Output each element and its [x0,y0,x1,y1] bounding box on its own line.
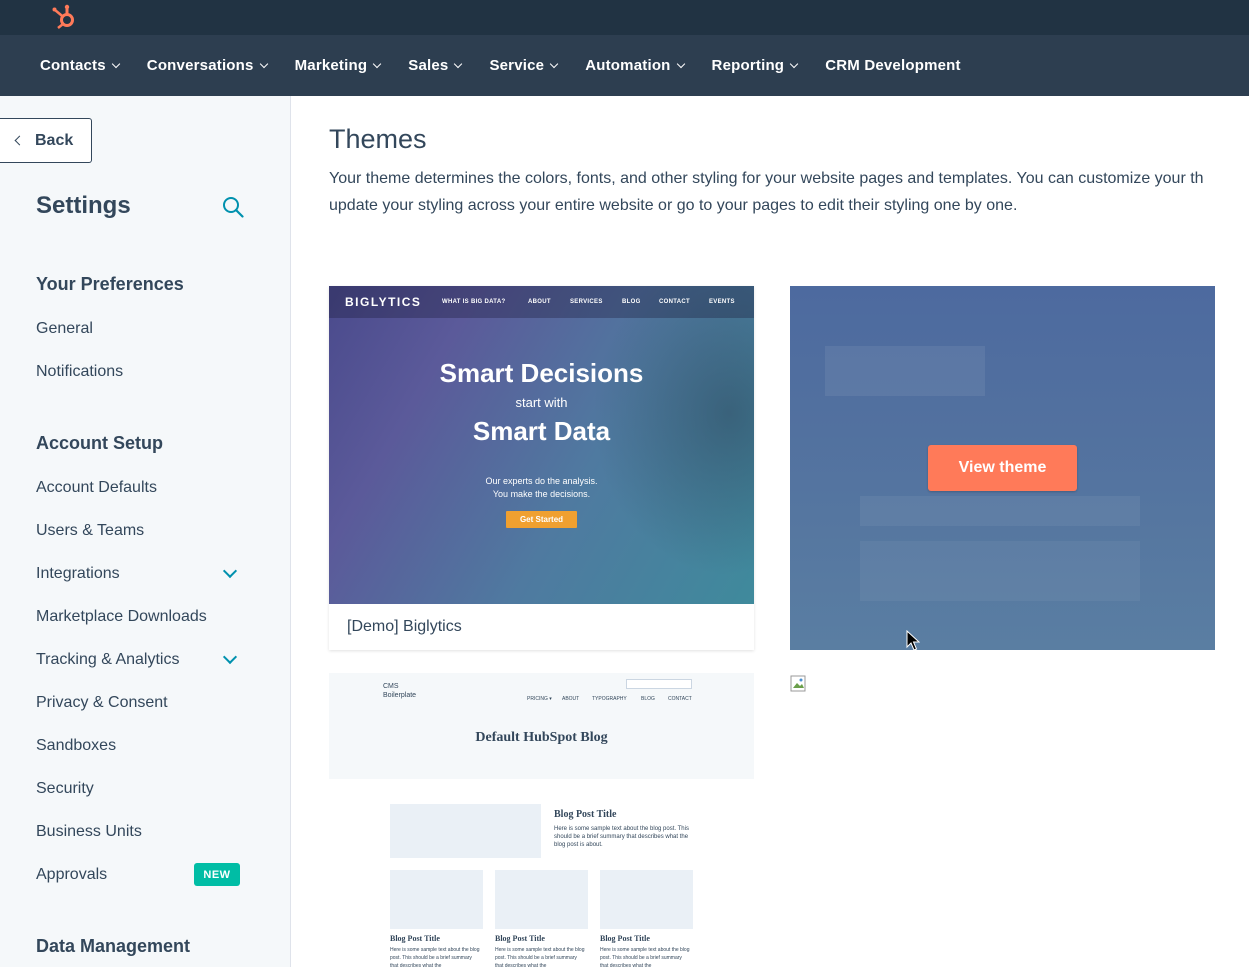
preview-nav-item: PRICING ▾ [527,696,552,702]
nav-marketing[interactable]: Marketing [295,57,382,74]
preview-logo-line: CMS [383,683,399,690]
nav-crm-development[interactable]: CRM Development [825,57,961,74]
preview-nav-item: BLOG [641,696,655,702]
preview-logo: CMS Boilerplate [383,682,416,700]
preview-nav-item: CONTACT [668,696,692,702]
preview-post-title: Blog Post Title [600,934,650,943]
preview-nav-item: EVENTS [709,299,735,305]
preview-image-placeholder [495,870,588,929]
preview-search-box [626,679,692,689]
preview-nav-item: SERVICES [570,299,603,305]
chevron-down-icon [372,59,382,68]
nav-service[interactable]: Service [489,57,559,74]
back-button-label: Back [35,131,74,149]
chevron-down-icon[interactable] [222,649,238,665]
sidebar-item-privacy-consent[interactable]: Privacy & Consent [36,694,168,712]
nav-automation[interactable]: Automation [585,57,685,74]
theme-preview-image: BIGLYTICS WHAT IS BIG DATA? ABOUT SERVIC… [329,286,754,604]
preview-nav-item: ABOUT [562,696,580,702]
sidebar-item-account-defaults[interactable]: Account Defaults [36,479,157,497]
preview-nav-item: CONTACT [659,299,690,305]
preview-headline: Smart Decisions [439,358,644,388]
preview-cta-button: Get Started [506,511,577,528]
page-description: Your theme determines the colors, fonts,… [329,165,1249,219]
preview-image-placeholder [600,870,693,929]
sidebar-item-security[interactable]: Security [36,780,94,798]
sidebar-item-notifications[interactable]: Notifications [36,363,123,381]
page-title: Themes [329,124,427,154]
theme-name: [Demo] Biglytics [347,618,462,635]
chevron-down-icon [676,59,685,68]
chevron-down-icon [789,59,799,68]
preview-nav-item: ABOUT [528,299,551,305]
section-account-setup: Account Setup [36,433,164,453]
nav-sales[interactable]: Sales [408,57,463,74]
chevron-down-icon [549,59,559,68]
settings-sidebar: Back Settings Your Preferences General N… [0,96,291,967]
search-icon[interactable] [222,196,244,218]
sidebar-item-sandboxes[interactable]: Sandboxes [36,737,116,755]
hubspot-sprocket-icon[interactable] [50,3,78,31]
preview-nav-item: WHAT IS BIG DATA? [442,299,506,305]
section-your-preferences: Your Preferences [36,274,184,294]
theme-card-biglytics[interactable]: BIGLYTICS WHAT IS BIG DATA? ABOUT SERVIC… [329,286,754,650]
sidebar-item-general[interactable]: General [36,320,93,338]
new-badge: NEW [194,863,240,886]
preview-image-placeholder [390,804,541,858]
sidebar-item-integrations[interactable]: Integrations [36,565,120,583]
chevron-down-icon [111,59,121,68]
preview-post-title: Blog Post Title [495,934,545,943]
nav-reporting[interactable]: Reporting [712,57,799,74]
preview-headline: Smart Data [472,416,611,446]
chevron-down-icon[interactable] [222,563,238,579]
top-bar [0,0,1249,35]
chevron-down-icon [259,59,268,68]
preview-post-text: Here is some sample text about the blog … [495,947,585,967]
nav-conversations[interactable]: Conversations [147,57,268,74]
preview-logo: BIGLYTICS [345,295,422,309]
preview-blur-block [860,541,1140,601]
sidebar-item-tracking-analytics[interactable]: Tracking & Analytics [36,651,179,669]
preview-image-placeholder [390,870,483,929]
view-theme-button[interactable]: View theme [928,445,1077,491]
preview-post-text: Here is some sample text about the blog … [390,947,480,967]
preview-blur-block [860,496,1140,526]
preview-post-title: Blog Post Title [554,809,617,820]
description-line: Your theme determines the colors, fonts,… [329,170,1204,187]
broken-image-icon [790,675,806,692]
chevron-down-icon [454,59,463,68]
preview-nav-item: TYPOGRAPHY [592,696,627,702]
sidebar-item-approvals[interactable]: Approvals [36,866,107,884]
section-data-management: Data Management [36,936,191,956]
preview-post-text: Here is some sample text about the blog … [600,947,690,967]
sidebar-item-business-units[interactable]: Business Units [36,823,142,841]
sidebar-item-marketplace-downloads[interactable]: Marketplace Downloads [36,608,207,626]
preview-subline: start with [515,395,568,410]
preview-nav-item: BLOG [622,299,641,305]
description-line: update your styling across your entire w… [329,197,1018,214]
chevron-left-icon [14,135,25,146]
preview-blur-block [825,346,985,396]
back-button[interactable]: Back [0,118,92,163]
preview-body-text: Our experts do the analysis. [485,476,598,486]
mouse-cursor-icon [906,630,920,651]
nav-contacts[interactable]: Contacts [40,57,121,74]
theme-card-hovered[interactable]: View theme [790,286,1215,650]
preview-post-title: Blog Post Title [390,934,440,943]
sidebar-item-users-teams[interactable]: Users & Teams [36,522,144,540]
preview-body-text: You make the decisions. [492,489,591,499]
preview-logo-line: Boilerplate [383,692,417,699]
preview-post-text: Here is some sample text about the blog … [554,826,689,848]
main-nav: Contacts Conversations Marketing Sales S… [0,35,1249,96]
preview-blog-title: Default HubSpot Blog [475,730,608,745]
theme-card-default-blog[interactable]: CMS Boilerplate PRICING ▾ ABOUT TYPOGRAP… [329,673,754,967]
sidebar-title: Settings [36,192,131,219]
